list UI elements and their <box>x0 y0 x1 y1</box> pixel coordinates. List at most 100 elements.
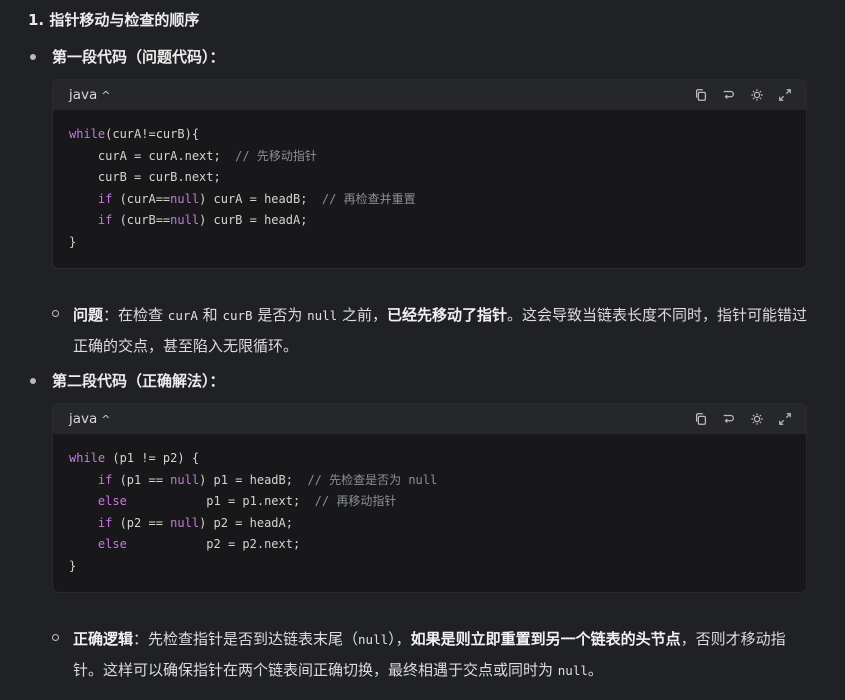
language-toggle[interactable]: java ^ <box>69 87 111 103</box>
theme-icon[interactable] <box>748 86 766 104</box>
code-keyword: while <box>69 127 106 141</box>
code-text: ) p2 = headA; <box>199 515 293 530</box>
code-keyword: if <box>97 515 113 530</box>
code-block-2: java ^ while (p1 != p2) { if (p1 == null… <box>52 403 807 593</box>
code-line: if (p1 == null) p1 = headB; // 先检查是否为 nu… <box>69 470 790 492</box>
note-segment: 和 <box>197 306 223 324</box>
note-label: 问题 <box>73 306 104 324</box>
note-emphasis: 已经先移动了指针 <box>387 306 508 324</box>
code-text: (curB== <box>112 213 171 228</box>
inline-code: null <box>307 308 338 323</box>
note-segment: 。 <box>587 661 603 679</box>
code-text: p2 = p2.next; <box>126 537 301 552</box>
code-line: if (curA==null) curA = headB; // 再检查并重置 <box>69 189 790 211</box>
code-line: if (p2 == null) p2 = headA; <box>69 513 790 535</box>
copy-icon[interactable] <box>692 410 710 428</box>
inline-code: curB <box>222 308 253 323</box>
code-block-1: java ^ while(curA!=curB){ curA = curA.ne… <box>52 79 807 269</box>
note-item-1: 问题：在检查 curA 和 curB 是否为 null 之前，已经先移动了指针。… <box>52 300 812 362</box>
language-label: java <box>69 411 98 427</box>
code-keyword: else <box>97 494 127 509</box>
code-line: while(curA!=curB){ <box>69 124 790 146</box>
chevron-up-icon: ^ <box>101 412 111 426</box>
code-text: curA = curA.next; <box>69 148 236 163</box>
code-line: else p2 = p2.next; <box>69 534 790 556</box>
wrap-icon[interactable] <box>720 410 738 428</box>
language-label: java <box>69 87 98 103</box>
code-comment: // 先移动指针 <box>235 148 317 163</box>
code-keyword: null <box>170 213 200 228</box>
sub-bullet <box>52 310 59 317</box>
note-segment: ）， <box>388 630 411 648</box>
code-keyword: null <box>170 191 200 206</box>
code-line: else p1 = p1.next; // 再移动指针 <box>69 491 790 513</box>
note-item-2: 正确逻辑：先检查指针是否到达链表末尾（null），如果是则立即重置到另一个链表的… <box>52 624 812 686</box>
code-keyword: if <box>97 472 113 487</box>
code-comment: // 再移动指针 <box>314 494 397 509</box>
code-toolbar <box>692 410 794 428</box>
inline-code: null <box>557 663 588 678</box>
code-content: while(curA!=curB){ curA = curA.next; // … <box>53 110 806 268</box>
sub-bullet <box>52 634 59 641</box>
code-text: (p2 == <box>112 515 171 530</box>
code-toolbar <box>692 86 794 104</box>
chevron-up-icon: ^ <box>101 88 111 102</box>
bullet-dot <box>30 378 36 384</box>
bullet-label: 第二段代码（正确解法）： <box>52 372 225 390</box>
code-comment: // 再检查并重置 <box>321 191 416 206</box>
code-text: p1 = p1.next; <box>126 494 315 509</box>
code-comment: // 先检查是否为 null <box>307 472 438 487</box>
code-text: curB = curB.next; <box>69 170 221 185</box>
code-text: (curA!=curB){ <box>105 127 200 141</box>
inline-code: curA <box>167 308 198 323</box>
section-heading: 1. 指针移动与检查的顺序 <box>28 11 200 29</box>
bullet-label: 第一段代码（问题代码）： <box>52 48 225 66</box>
code-header: java ^ <box>53 404 806 434</box>
code-line: while (p1 != p2) { <box>69 448 790 470</box>
code-keyword: null <box>170 515 200 530</box>
code-keyword: if <box>97 213 113 228</box>
note-segment: 是否为 <box>252 306 308 324</box>
note-text: 问题：在检查 curA 和 curB 是否为 null 之前，已经先移动了指针。… <box>73 300 812 362</box>
code-keyword: else <box>97 537 127 552</box>
note-segment: ：先检查指针是否到达链表末尾（ <box>133 630 359 648</box>
code-line: } <box>69 556 790 578</box>
code-line: curB = curB.next; <box>69 167 790 189</box>
expand-icon[interactable] <box>776 410 794 428</box>
expand-icon[interactable] <box>776 86 794 104</box>
note-label: 正确逻辑 <box>73 630 134 648</box>
code-text: ) p1 = headB; <box>199 472 308 487</box>
copy-icon[interactable] <box>692 86 710 104</box>
note-emphasis: 如果是则立即重置到另一个链表的头节点 <box>410 630 681 648</box>
code-keyword: null <box>170 472 200 487</box>
code-header: java ^ <box>53 80 806 110</box>
language-toggle[interactable]: java ^ <box>69 411 111 427</box>
code-text: } <box>69 558 77 573</box>
bullet-section-2: 第二段代码（正确解法）： <box>30 369 225 393</box>
code-line: } <box>69 232 790 254</box>
code-text: } <box>69 234 77 249</box>
code-line: if (curB==null) curB = headA; <box>69 210 790 232</box>
wrap-icon[interactable] <box>720 86 738 104</box>
code-text: ) curA = headB; <box>199 191 322 206</box>
note-segment: ：在检查 <box>103 306 168 324</box>
code-line: curA = curA.next; // 先移动指针 <box>69 146 790 168</box>
bullet-dot <box>30 54 36 60</box>
code-keyword: while <box>69 451 106 465</box>
code-keyword: if <box>97 191 113 206</box>
note-segment: 之前， <box>337 306 387 324</box>
inline-code: null <box>358 632 389 647</box>
code-content: while (p1 != p2) { if (p1 == null) p1 = … <box>53 434 806 592</box>
code-text: (curA== <box>112 191 171 206</box>
theme-icon[interactable] <box>748 410 766 428</box>
note-text: 正确逻辑：先检查指针是否到达链表末尾（null），如果是则立即重置到另一个链表的… <box>73 624 812 686</box>
code-text: (p1 == <box>112 472 171 487</box>
code-text: (p1 != p2) { <box>105 451 200 465</box>
bullet-section-1: 第一段代码（问题代码）： <box>30 45 225 69</box>
